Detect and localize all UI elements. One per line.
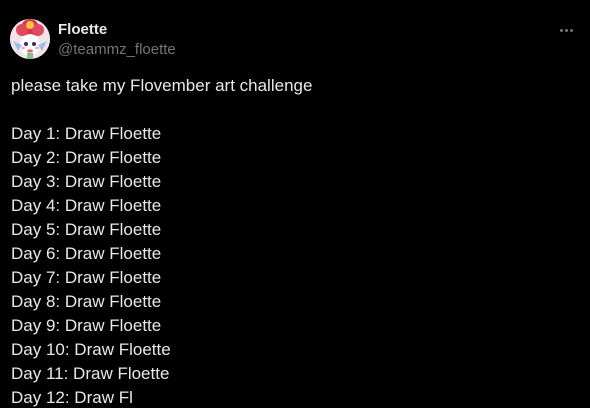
tweet-line: Day 11: Draw Floette xyxy=(11,364,170,383)
tweet-line: Day 9: Draw Floette xyxy=(11,316,162,335)
more-options-button[interactable] xyxy=(552,18,580,42)
tweet-intro: please take my Flovember art challenge xyxy=(11,76,313,95)
tweet-line: Day 6: Draw Floette xyxy=(11,244,162,263)
tweet-line: Day 12: Draw Fl xyxy=(11,388,133,407)
tweet-line: Day 2: Draw Floette xyxy=(11,148,162,167)
tweet-line: Day 8: Draw Floette xyxy=(11,292,162,311)
floette-avatar-icon xyxy=(10,19,50,59)
tweet-line: Day 5: Draw Floette xyxy=(11,220,162,239)
tweet-line: Day 1: Draw Floette xyxy=(11,124,162,143)
author-display-name[interactable]: Floette xyxy=(58,21,107,39)
tweet-line: Day 7: Draw Floette xyxy=(11,268,162,287)
tweet: Floette @teammz_floette please take my F… xyxy=(0,0,590,408)
more-horizontal-icon xyxy=(559,28,574,32)
avatar[interactable] xyxy=(10,19,50,59)
tweet-line: Day 3: Draw Floette xyxy=(11,172,162,191)
author-handle[interactable]: @teammz_floette xyxy=(58,41,176,59)
tweet-text: please take my Flovember art challenge D… xyxy=(11,74,581,408)
tweet-line: Day 4: Draw Floette xyxy=(11,196,162,215)
tweet-line: Day 10: Draw Floette xyxy=(11,340,171,359)
